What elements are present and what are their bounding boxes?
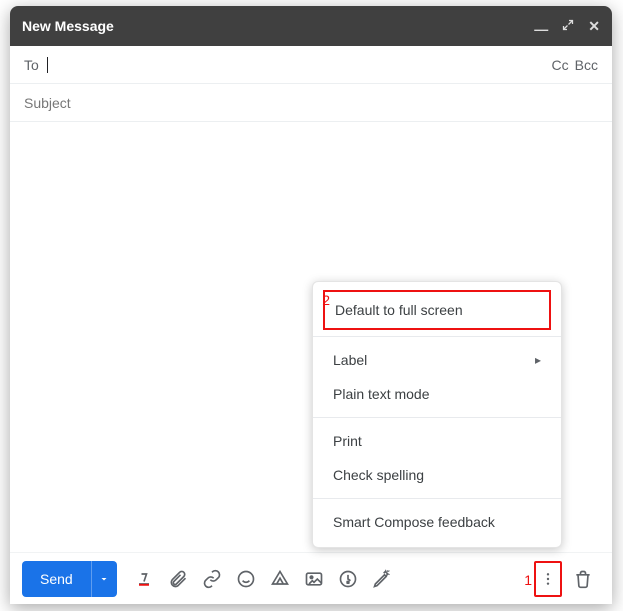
send-button[interactable]: Send [22, 561, 91, 597]
menu-check-spelling[interactable]: Check spelling [313, 458, 561, 492]
subject-row[interactable] [10, 84, 612, 122]
to-row[interactable]: To Cc Bcc [10, 46, 612, 84]
pen-icon[interactable] [365, 561, 399, 597]
menu-default-full-screen[interactable]: Default to full screen [325, 295, 549, 325]
menu-separator [313, 417, 561, 418]
to-input[interactable] [48, 55, 546, 75]
emoji-icon[interactable] [229, 561, 263, 597]
cc-button[interactable]: Cc [552, 57, 569, 73]
attach-icon[interactable] [161, 561, 195, 597]
menu-smart-compose[interactable]: Smart Compose feedback [313, 505, 561, 539]
chevron-right-icon: ▸ [535, 353, 541, 367]
compose-toolbar: Send [10, 552, 612, 604]
more-options-button[interactable] [534, 561, 562, 597]
bcc-button[interactable]: Bcc [575, 57, 598, 73]
compose-window: New Message — ✕ To Cc Bcc Send [10, 6, 612, 604]
to-label: To [24, 57, 39, 73]
minimize-icon[interactable]: — [534, 21, 548, 37]
formatting-icon[interactable] [127, 561, 161, 597]
highlight-default-full-screen: Default to full screen [323, 290, 551, 330]
menu-plain-text[interactable]: Plain text mode [313, 377, 561, 411]
confidential-icon[interactable] [331, 561, 365, 597]
compose-title: New Message [22, 18, 534, 34]
discard-icon[interactable] [566, 561, 600, 597]
menu-label-text: Label [333, 352, 367, 368]
compose-header: New Message — ✕ [10, 6, 612, 46]
menu-separator [313, 336, 561, 337]
more-options-menu: Default to full screen Label ▸ Plain tex… [312, 281, 562, 548]
send-dropdown[interactable] [91, 561, 117, 597]
close-icon[interactable]: ✕ [588, 18, 600, 35]
drive-icon[interactable] [263, 561, 297, 597]
menu-print[interactable]: Print [313, 424, 561, 458]
menu-label[interactable]: Label ▸ [313, 343, 561, 377]
insert-photo-icon[interactable] [297, 561, 331, 597]
menu-separator [313, 498, 561, 499]
send-group: Send [22, 561, 117, 597]
link-icon[interactable] [195, 561, 229, 597]
expand-icon[interactable] [562, 18, 574, 34]
subject-input[interactable] [24, 93, 598, 113]
